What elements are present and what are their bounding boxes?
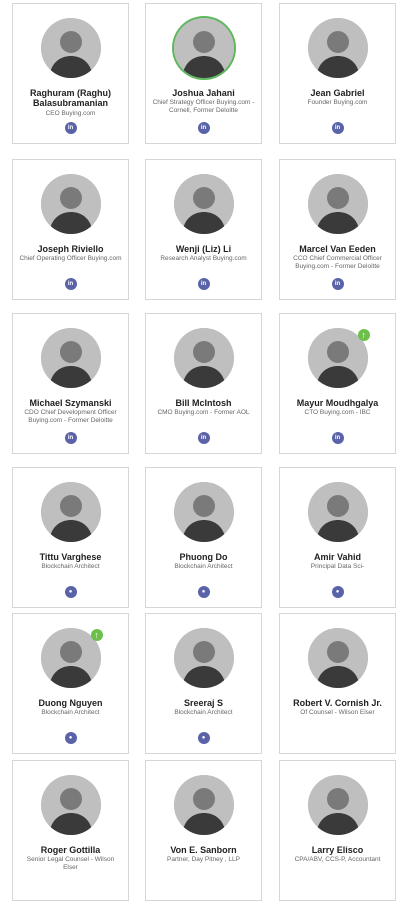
member-role: CTO Buying.com - IBC xyxy=(304,409,371,416)
team-card: Jean Gabriel Founder Buying.com in xyxy=(279,3,396,144)
team-card: Larry Elisco CPA/ABV, CCS-P, Accountant xyxy=(279,760,396,901)
member-role: Partner, Day Pitney , LLP xyxy=(167,856,240,863)
linkedin-icon[interactable]: in xyxy=(197,432,210,444)
team-card: Joseph Riviello Chief Operating Officer B… xyxy=(12,159,129,300)
member-name: Roger Gottilla xyxy=(40,845,101,855)
github-icon[interactable]: ● xyxy=(64,732,77,744)
member-name: Robert V. Cornish Jr. xyxy=(293,698,382,708)
member-name: Raghuram (Raghu) Balasubramanian xyxy=(30,88,111,108)
member-name: Von E. Sanborn xyxy=(170,845,237,855)
member-role: Of Counsel - Wilson Elser xyxy=(300,709,375,716)
member-role: Blockchain Architect xyxy=(174,563,233,570)
linkedin-icon[interactable]: in xyxy=(197,122,210,134)
avatar xyxy=(40,174,101,234)
member-role: CEO Buying.com xyxy=(45,110,96,117)
github-icon[interactable]: ● xyxy=(331,586,344,598)
avatar xyxy=(40,18,101,78)
linkedin-icon[interactable]: in xyxy=(64,122,77,134)
team-card: Tittu Varghese Blockchain Architect ● xyxy=(12,467,129,608)
member-name: Duong Nguyen xyxy=(38,698,103,708)
avatar xyxy=(173,775,234,835)
team-card: Wenji (Liz) Li Research Analyst Buying.co… xyxy=(145,159,262,300)
member-role: Senior Legal Counsel - Wilson Elser xyxy=(26,856,115,871)
member-name: Joshua Jahani xyxy=(172,88,235,98)
github-icon[interactable]: ● xyxy=(197,586,210,598)
team-card: Marcel Van Eeden CCO Chief Commercial Off… xyxy=(279,159,396,300)
team-card: ↑ Duong Nguyen Blockchain Architect ● xyxy=(12,613,129,754)
avatar xyxy=(173,174,234,234)
github-icon[interactable]: ● xyxy=(197,732,210,744)
member-name: Mayur Moudhgalya xyxy=(296,398,379,408)
member-name: Bill McIntosh xyxy=(175,398,232,408)
member-name: Amir Vahid xyxy=(313,552,361,562)
member-role: Founder Buying.com xyxy=(307,99,368,106)
member-role: Chief Strategy Officer Buying.com - Corn… xyxy=(152,99,255,114)
member-role: Blockchain Architect xyxy=(41,563,100,570)
avatar xyxy=(173,18,234,78)
member-role: CPA/ABV, CCS-P, Accountant xyxy=(294,856,381,863)
member-role: Blockchain Architect xyxy=(41,709,100,716)
member-name: Joseph Riviello xyxy=(37,244,104,254)
member-role: Blockchain Architect xyxy=(174,709,233,716)
team-card: Michael Szymanski CDO Chief Development O… xyxy=(12,313,129,454)
member-name: Phuong Do xyxy=(179,552,228,562)
linkedin-icon[interactable]: in xyxy=(331,432,344,444)
team-card: Phuong Do Blockchain Architect ● xyxy=(145,467,262,608)
team-card: Roger Gottilla Senior Legal Counsel - Wil… xyxy=(12,760,129,901)
linkedin-icon[interactable]: in xyxy=(331,122,344,134)
member-name: Sreeraj S xyxy=(183,698,224,708)
avatar xyxy=(307,482,368,542)
avatar xyxy=(307,174,368,234)
member-name: Larry Elisco xyxy=(311,845,364,855)
avatar xyxy=(40,775,101,835)
team-card: Von E. Sanborn Partner, Day Pitney , LLP xyxy=(145,760,262,901)
member-name: Wenji (Liz) Li xyxy=(175,244,232,254)
member-name: Michael Szymanski xyxy=(29,398,112,408)
avatar xyxy=(173,628,234,688)
member-name: Marcel Van Eeden xyxy=(299,244,376,254)
member-role: Research Analyst Buying.com xyxy=(160,255,247,262)
avatar xyxy=(307,18,368,78)
linkedin-icon[interactable]: in xyxy=(197,278,210,290)
member-role: CCO Chief Commercial Officer Buying.com … xyxy=(293,255,382,270)
team-card: Raghuram (Raghu) Balasubramanian CEO Buyi… xyxy=(12,3,129,144)
upvote-arrow-icon: ↑ xyxy=(357,329,370,341)
member-role: Principal Data Sci- xyxy=(310,563,365,570)
member-role: Chief Operating Officer Buying.com xyxy=(19,255,122,262)
upvote-arrow-icon: ↑ xyxy=(90,629,103,641)
linkedin-icon[interactable]: in xyxy=(64,432,77,444)
avatar xyxy=(40,328,101,388)
team-card: ↑ Mayur Moudhgalya CTO Buying.com - IBC in xyxy=(279,313,396,454)
team-card: Robert V. Cornish Jr. Of Counsel - Wilson… xyxy=(279,613,396,754)
team-grid: Raghuram (Raghu) Balasubramanian CEO Buyi… xyxy=(0,0,413,908)
member-name: Tittu Varghese xyxy=(39,552,102,562)
avatar xyxy=(40,482,101,542)
member-role: CMO Buying.com - Former AOL xyxy=(157,409,250,416)
member-role: CDO Chief Development Officer Buying.com… xyxy=(24,409,117,424)
avatar xyxy=(173,328,234,388)
team-card: Amir Vahid Principal Data Sci- ● xyxy=(279,467,396,608)
team-card: Joshua Jahani Chief Strategy Officer Buyi… xyxy=(145,3,262,144)
linkedin-icon[interactable]: in xyxy=(331,278,344,290)
avatar xyxy=(173,482,234,542)
avatar xyxy=(307,628,368,688)
avatar xyxy=(307,775,368,835)
team-card: Sreeraj S Blockchain Architect ● xyxy=(145,613,262,754)
github-icon[interactable]: ● xyxy=(64,586,77,598)
linkedin-icon[interactable]: in xyxy=(64,278,77,290)
team-card: Bill McIntosh CMO Buying.com - Former AOL… xyxy=(145,313,262,454)
member-name: Jean Gabriel xyxy=(310,88,365,98)
